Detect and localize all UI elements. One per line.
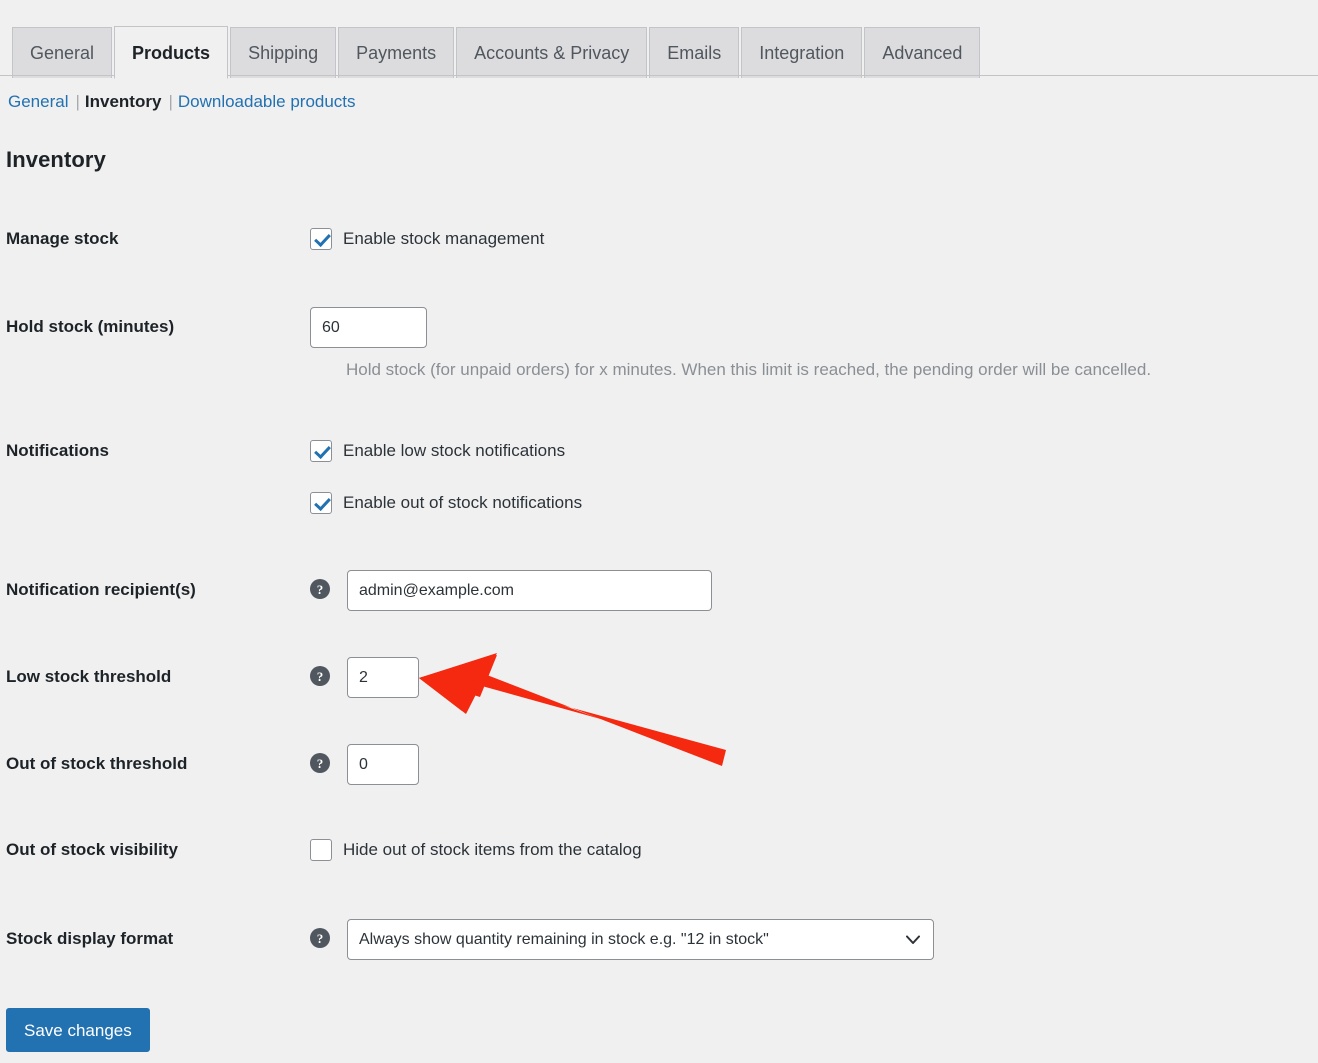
hide-out-of-stock-items-checkbox[interactable]: [310, 839, 332, 861]
notification-recipients-label: Notification recipient(s): [6, 580, 196, 599]
page-title: Inventory: [6, 147, 106, 172]
subnav-item-inventory: Inventory: [84, 92, 162, 111]
hide-out-of-stock-items-row[interactable]: Hide out of stock items from the catalog: [310, 839, 642, 861]
row-stock-display-format: Stock display format ? Always show quant…: [0, 919, 1318, 960]
stock-display-format-label: Stock display format: [6, 929, 174, 948]
notification-recipients-input[interactable]: [347, 570, 712, 611]
enable-stock-management-label: Enable stock management: [343, 229, 545, 248]
enable-stock-management-checkbox[interactable]: [310, 228, 332, 250]
enable-out-of-stock-notifications-checkbox[interactable]: [310, 492, 332, 514]
breadcrumb: General | Inventory | Downloadable products: [8, 92, 356, 112]
low-stock-threshold-input[interactable]: [347, 657, 419, 698]
notifications-label: Notifications: [6, 441, 109, 460]
tab-advanced[interactable]: Advanced: [864, 27, 981, 78]
row-low-stock-threshold: Low stock threshold ?: [0, 657, 1318, 698]
notification-recipients-field: ?: [310, 570, 1318, 611]
help-icon[interactable]: ?: [310, 753, 330, 773]
enable-low-stock-notifications-checkbox[interactable]: [310, 440, 332, 462]
tab-general[interactable]: General: [12, 27, 113, 78]
manage-stock-label: Manage stock: [6, 229, 119, 248]
breadcrumb-separator: |: [75, 92, 80, 111]
tab-shipping[interactable]: Shipping: [230, 27, 337, 78]
row-manage-stock: Manage stock Enable stock management: [0, 228, 1318, 250]
enable-low-stock-notifications-row[interactable]: Enable low stock notifications: [310, 440, 582, 462]
enable-out-of-stock-notifications-row[interactable]: Enable out of stock notifications: [310, 492, 582, 514]
help-icon[interactable]: ?: [310, 928, 330, 948]
out-of-stock-threshold-input[interactable]: [347, 744, 419, 785]
enable-out-of-stock-notifications-label: Enable out of stock notifications: [343, 493, 583, 512]
row-hold-stock: Hold stock (minutes): [0, 307, 1318, 348]
subnav-item-general[interactable]: General: [8, 92, 68, 112]
hide-out-of-stock-items-label: Hide out of stock items from the catalog: [343, 840, 642, 859]
breadcrumb-separator: |: [168, 92, 173, 111]
hold-stock-input[interactable]: [310, 307, 427, 348]
tab-emails[interactable]: Emails: [649, 27, 740, 78]
low-stock-threshold-field: ?: [310, 657, 1318, 698]
settings-tab-bar: General Products Shipping Payments Accounts …: [0, 0, 1318, 79]
out-of-stock-visibility-label: Out of stock visibility: [6, 840, 178, 859]
manage-stock-field: Enable stock management: [310, 228, 1318, 250]
stock-display-format-field: ? Always show quantity remaining in stoc…: [310, 919, 1318, 960]
notifications-field: Enable low stock notifications Enable ou…: [310, 440, 1318, 514]
row-notifications: Notifications Enable low stock notificat…: [0, 440, 1318, 514]
tab-accounts-privacy[interactable]: Accounts & Privacy: [456, 27, 648, 78]
tab-products[interactable]: Products: [114, 26, 229, 79]
out-of-stock-threshold-field: ?: [310, 744, 1318, 785]
enable-low-stock-notifications-label: Enable low stock notifications: [343, 441, 566, 460]
row-notification-recipients: Notification recipient(s) ?: [0, 570, 1318, 611]
tab-integration[interactable]: Integration: [741, 27, 863, 78]
stock-display-format-select[interactable]: Always show quantity remaining in stock …: [347, 919, 934, 960]
hold-stock-description: Hold stock (for unpaid orders) for x min…: [346, 360, 1152, 379]
hold-stock-label: Hold stock (minutes): [6, 317, 175, 336]
hold-stock-field: [310, 307, 1318, 348]
stock-display-format-select-wrap: Always show quantity remaining in stock …: [347, 919, 934, 960]
subnav-item-downloadable-products[interactable]: Downloadable products: [178, 92, 356, 112]
annotation-arrow-overlay: [419, 653, 726, 766]
settings-tabs: General Products Shipping Payments Accounts …: [12, 24, 981, 79]
row-out-of-stock-visibility: Out of stock visibility Hide out of stoc…: [0, 839, 1318, 861]
help-icon[interactable]: ?: [310, 666, 330, 686]
save-changes-button[interactable]: Save changes: [6, 1008, 150, 1052]
enable-stock-management-row[interactable]: Enable stock management: [310, 228, 544, 250]
help-icon[interactable]: ?: [310, 579, 330, 599]
row-out-of-stock-threshold: Out of stock threshold ?: [0, 744, 1318, 785]
woocommerce-inventory-settings-page: General Products Shipping Payments Accounts …: [0, 0, 1318, 1063]
out-of-stock-visibility-field: Hide out of stock items from the catalog: [310, 839, 1318, 861]
low-stock-threshold-label: Low stock threshold: [6, 667, 172, 686]
out-of-stock-threshold-label: Out of stock threshold: [6, 754, 188, 773]
tab-payments[interactable]: Payments: [338, 27, 455, 78]
